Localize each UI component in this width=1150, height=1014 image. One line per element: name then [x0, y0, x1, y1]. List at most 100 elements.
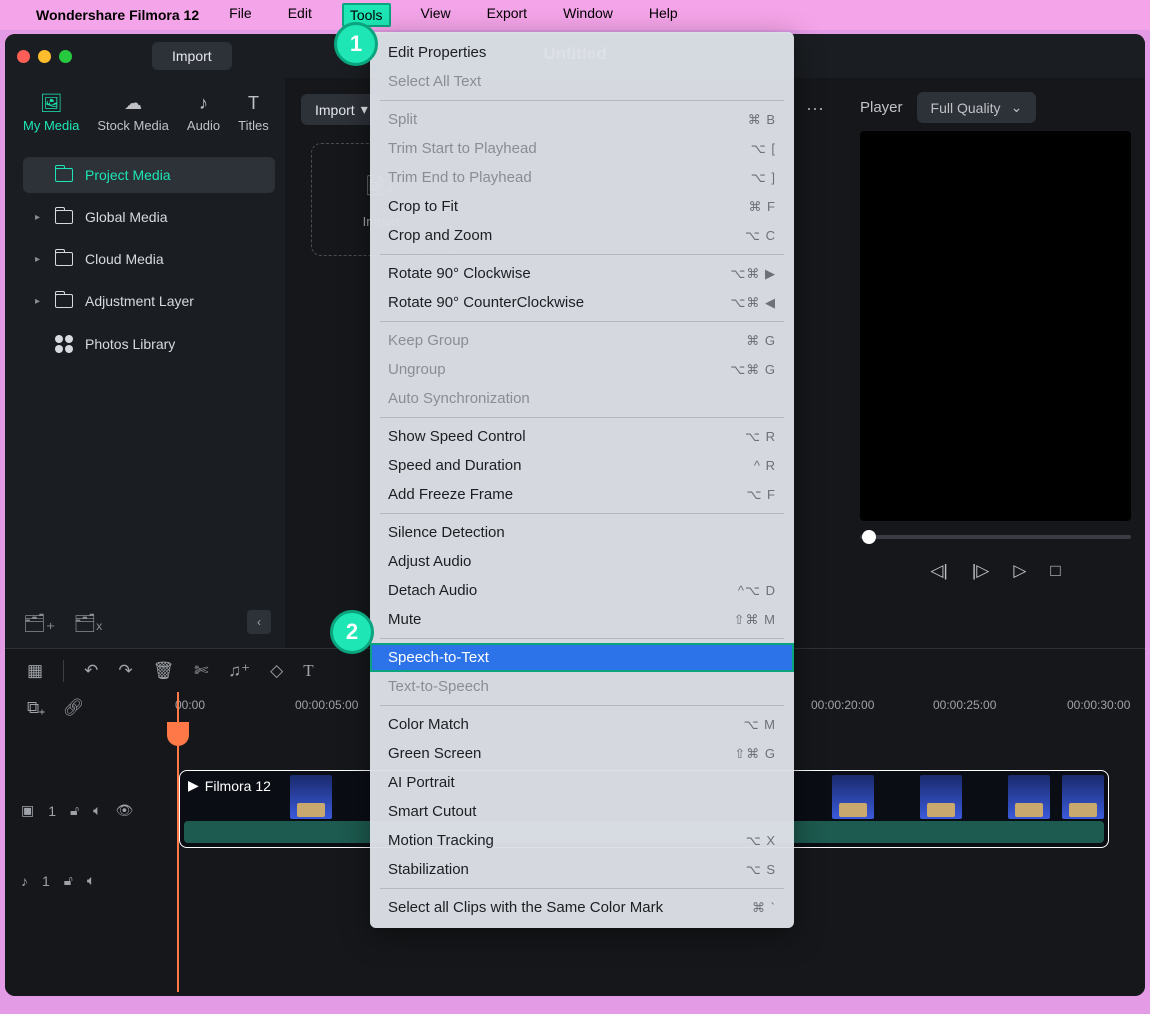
menu-window[interactable]: Window	[557, 3, 619, 27]
shortcut: ⌥⌘ ▶	[730, 266, 776, 282]
menu-item-stabilization[interactable]: Stabilization⌥ S	[370, 855, 794, 884]
menu-help[interactable]: Help	[643, 3, 684, 27]
ruler-label: 00:00	[175, 698, 205, 712]
more-icon[interactable]: ⋯	[806, 99, 824, 120]
menu-item-auto-synchronization: Auto Synchronization	[370, 384, 794, 413]
menu-item-select-all-clips-with-the-same-color-mark[interactable]: Select all Clips with the Same Color Mar…	[370, 893, 794, 922]
undo-icon[interactable]: ↶	[84, 661, 98, 681]
sidebar-item-photos-library[interactable]: Photos Library	[23, 325, 275, 363]
import-button[interactable]: Import	[152, 42, 232, 70]
mute-icon[interactable]: 🔈︎	[93, 802, 101, 819]
preview-scrubber[interactable]	[860, 535, 1131, 539]
fullscreen-icon[interactable]	[59, 50, 72, 63]
lock-icon[interactable]: 🔓︎	[70, 802, 79, 819]
grid-icon[interactable]: ▦	[27, 661, 43, 681]
video-track-header: ▣ 1 🔓︎ 🔈︎ 👁︎	[21, 802, 133, 819]
menu-item-text-to-speech: Text-to-Speech	[370, 672, 794, 701]
shortcut: ⌘ G	[746, 333, 776, 349]
menu-item-green-screen[interactable]: Green Screen⇧⌘ G	[370, 739, 794, 768]
tab-titles[interactable]: TTitles	[238, 92, 269, 133]
menu-item-crop-and-zoom[interactable]: Crop and Zoom⌥ C	[370, 221, 794, 250]
visibility-icon[interactable]: 👁︎	[116, 802, 134, 819]
grid-icon	[55, 335, 73, 353]
menu-item-edit-properties[interactable]: Edit Properties	[370, 38, 794, 67]
prev-frame-icon[interactable]: ◁|	[930, 561, 948, 581]
macos-menubar: Wondershare Filmora 12 FileEditToolsView…	[0, 0, 1150, 30]
clip-thumbnail	[1062, 775, 1104, 819]
menu-item-keep-group: Keep Group⌘ G	[370, 326, 794, 355]
menu-item-show-speed-control[interactable]: Show Speed Control⌥ R	[370, 422, 794, 451]
music-icon[interactable]: ♫⁺	[228, 661, 250, 681]
tag-icon[interactable]: ◇	[270, 661, 283, 681]
link-icon[interactable]: 🔗︎	[63, 698, 85, 718]
menu-file[interactable]: File	[223, 3, 258, 27]
video-preview[interactable]	[860, 131, 1131, 521]
close-icon[interactable]	[17, 50, 30, 63]
tools-menu: Edit PropertiesSelect All TextSplit⌘ BTr…	[370, 32, 794, 928]
shortcut: ⌘ B	[748, 112, 776, 128]
menu-item-split: Split⌘ B	[370, 105, 794, 134]
annotation-badge-2: 2	[330, 610, 374, 654]
player-label: Player	[860, 99, 903, 116]
folder-icon	[55, 294, 73, 308]
menu-item-add-freeze-frame[interactable]: Add Freeze Frame⌥ F	[370, 480, 794, 509]
video-track-icon: ▣	[21, 802, 34, 819]
menu-item-adjust-audio[interactable]: Adjust Audio	[370, 547, 794, 576]
redo-icon[interactable]: ↷	[118, 661, 132, 681]
menu-item-mute[interactable]: Mute⇧⌘ M	[370, 605, 794, 634]
clip-thumbnail	[1008, 775, 1050, 819]
stop-icon[interactable]: □	[1050, 561, 1060, 581]
menu-item-silence-detection[interactable]: Silence Detection	[370, 518, 794, 547]
sidebar-item-project-media[interactable]: Project Media	[23, 157, 275, 193]
tab-stock-media[interactable]: ☁Stock Media	[97, 92, 169, 133]
folder-icon	[55, 168, 73, 182]
new-folder-icon[interactable]: 🗂︎₊	[23, 613, 55, 634]
ruler-label: 00:00:30:00	[1067, 698, 1130, 712]
shortcut: ⌥ C	[745, 228, 776, 244]
shortcut: ⌥⌘ G	[730, 362, 776, 378]
collapse-sidebar-button[interactable]: ‹	[247, 610, 271, 634]
clip-thumbnail	[832, 775, 874, 819]
menu-item-rotate-90-clockwise[interactable]: Rotate 90° Clockwise⌥⌘ ▶	[370, 259, 794, 288]
delete-icon[interactable]: 🗑︎	[153, 661, 175, 681]
delete-folder-icon[interactable]: 🗂︎ₓ	[73, 613, 102, 634]
sidebar-bottom-icons: 🗂︎₊ 🗂︎ₓ	[23, 613, 102, 634]
audio-track-number: 1	[42, 873, 50, 889]
menu-edit[interactable]: Edit	[282, 3, 318, 27]
menu-export[interactable]: Export	[481, 3, 533, 27]
menu-item-rotate-90-counterclockwise[interactable]: Rotate 90° CounterClockwise⌥⌘ ◀	[370, 288, 794, 317]
menu-item-speed-and-duration[interactable]: Speed and Duration^ R	[370, 451, 794, 480]
menu-item-detach-audio[interactable]: Detach Audio^⌥ D	[370, 576, 794, 605]
scrubber-handle[interactable]	[862, 530, 876, 544]
mute-icon[interactable]: 🔈︎	[87, 872, 95, 889]
shortcut: ⌥ M	[744, 717, 776, 733]
menu-item-color-match[interactable]: Color Match⌥ M	[370, 710, 794, 739]
play-icon[interactable]: ▷	[1013, 561, 1026, 581]
menu-item-ai-portrait[interactable]: AI Portrait	[370, 768, 794, 797]
video-track-number: 1	[48, 803, 56, 819]
minimize-icon[interactable]	[38, 50, 51, 63]
shortcut: ⌥ F	[746, 487, 776, 503]
menu-view[interactable]: View	[415, 3, 457, 27]
menu-item-speech-to-text[interactable]: Speech-to-Text	[370, 643, 794, 672]
menu-item-motion-tracking[interactable]: Motion Tracking⌥ X	[370, 826, 794, 855]
tab-my-media[interactable]: 🖼My Media	[23, 92, 79, 133]
play-icon: ▶	[188, 777, 199, 794]
tab-audio[interactable]: ♪Audio	[187, 92, 220, 133]
folder-icon	[55, 210, 73, 224]
clip-thumbnail	[920, 775, 962, 819]
text-icon[interactable]: T	[303, 661, 313, 681]
menu-item-trim-end-to-playhead: Trim End to Playhead⌥ ]	[370, 163, 794, 192]
quality-dropdown[interactable]: Full Quality⌄	[917, 92, 1037, 123]
add-track-icon[interactable]: ⧉₊	[27, 698, 45, 718]
lock-icon[interactable]: 🔓︎	[64, 872, 73, 889]
step-back-icon[interactable]: |▷	[972, 561, 990, 581]
menu-item-crop-to-fit[interactable]: Crop to Fit⌘ F	[370, 192, 794, 221]
shortcut: ⌘ `	[752, 900, 776, 916]
sidebar-item-global-media[interactable]: ▸Global Media	[23, 199, 275, 235]
sidebar-item-cloud-media[interactable]: ▸Cloud Media	[23, 241, 275, 277]
media-sidebar: 🖼My Media ☁Stock Media ♪Audio TTitles Proje…	[5, 78, 285, 648]
cut-icon[interactable]: ✄	[194, 661, 208, 681]
menu-item-smart-cutout[interactable]: Smart Cutout	[370, 797, 794, 826]
sidebar-item-adjustment-layer[interactable]: ▸Adjustment Layer	[23, 283, 275, 319]
